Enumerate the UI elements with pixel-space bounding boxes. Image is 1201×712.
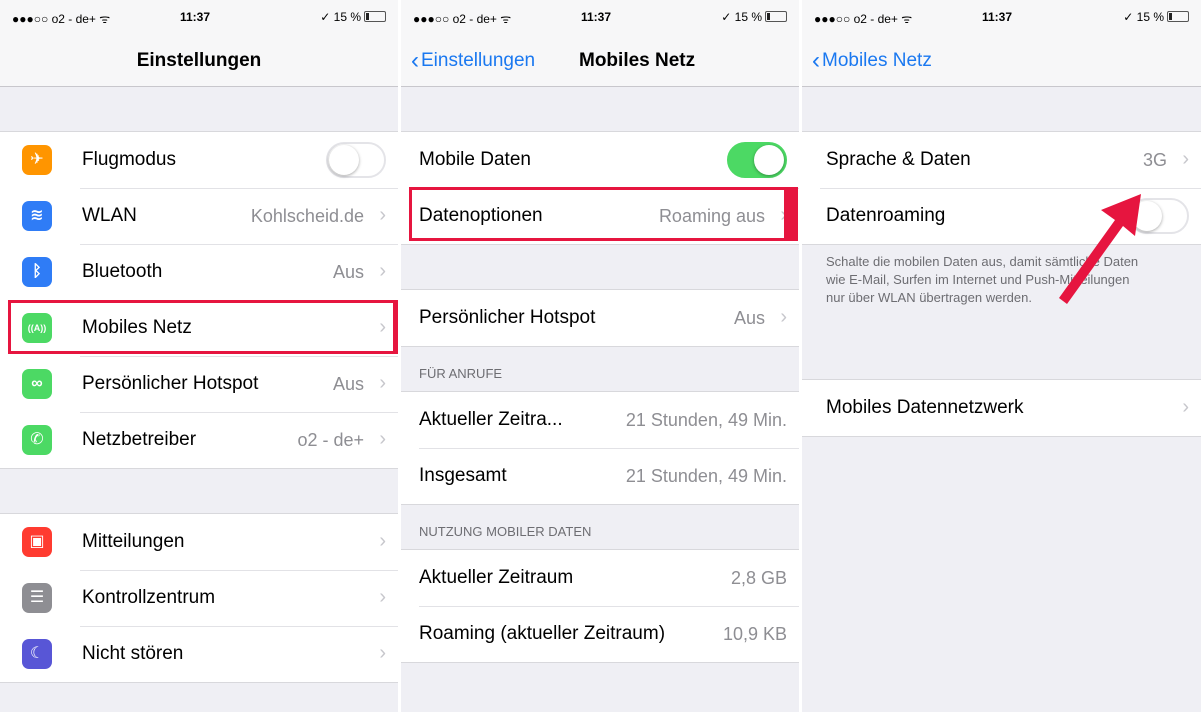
usage-row-roaming: Roaming (aktueller Zeitraum) 10,9 KB — [401, 606, 799, 662]
settings-row-mitteilungen[interactable]: ▣ Mitteilungen › — [0, 514, 398, 570]
carrier-signal: ●●●○○ o2 - de+ ᯤ — [413, 12, 512, 26]
settings-row-value: o2 - de+ — [297, 429, 364, 450]
settings-row-label: Flugmodus — [82, 149, 176, 170]
status-bar: ●●●○○ o2 - de+ ᯤ 11:37 ✓ 15 % — [401, 0, 799, 34]
battery-status: ✓ 15 % — [1123, 10, 1189, 24]
settings-row-kontrollzentrum[interactable]: ☰ Kontrollzentrum › — [0, 570, 398, 626]
hotspot-group: Persönlicher Hotspot Aus › — [401, 289, 799, 347]
settings-row-value: Aus — [332, 261, 364, 282]
bluetooth-icon: ᛒ — [22, 257, 52, 287]
chevron-right-icon: › — [379, 204, 386, 226]
chevron-right-icon: › — [1182, 396, 1189, 418]
wifi-icon: ≋ — [22, 201, 52, 231]
battery-icon — [765, 11, 787, 22]
settings-row-wlan[interactable]: ≋ WLAN Kohlscheid.de › — [0, 188, 398, 244]
nav-bar: Einstellungen — [0, 34, 398, 87]
battery-status: ✓ 15 % — [320, 10, 386, 24]
calls-current-value: 21 Stunden, 49 Min. — [625, 409, 787, 430]
chevron-right-icon: › — [379, 260, 386, 282]
usage-section-header: NUTZUNG MOBILER DATEN — [419, 524, 592, 539]
notifications-icon: ▣ — [22, 527, 52, 557]
toggle-switch[interactable] — [326, 142, 386, 178]
moon-icon: ☾ — [22, 639, 52, 669]
carrier-signal: ●●●○○ o2 - de+ ᯤ — [814, 12, 913, 26]
calls-row-current: Aktueller Zeitra... 21 Stunden, 49 Min. — [401, 392, 799, 448]
chevron-right-icon: › — [379, 428, 386, 450]
chevron-right-icon: › — [379, 642, 386, 664]
back-button[interactable]: ‹ Mobiles Netz — [812, 47, 932, 74]
hotspot-value: Aus — [733, 307, 765, 328]
nav-bar: ‹ Mobiles Netz — [802, 34, 1201, 87]
roaming-label: Datenroaming — [826, 205, 946, 226]
battery-icon — [1167, 11, 1189, 22]
settings-row-netzbetreiber[interactable]: ✆ Netzbetreiber o2 - de+ › — [0, 412, 398, 468]
settings-row-label: Nicht stören — [82, 643, 184, 664]
usage-row-current: Aktueller Zeitraum 2,8 GB — [401, 550, 799, 606]
usage-roaming-value: 10,9 KB — [722, 623, 787, 644]
settings-row-flugmodus[interactable]: ✈ Flugmodus — [0, 132, 398, 188]
control-center-icon: ☰ — [22, 583, 52, 613]
chevron-right-icon: › — [379, 530, 386, 552]
chevron-right-icon: › — [1182, 148, 1189, 170]
red-arrow-annotation — [1059, 194, 1141, 304]
status-bar: ●●●○○ o2 - de+ ᯤ 11:37 ✓ 15 % — [802, 0, 1201, 34]
calls-current-label: Aktueller Zeitra... — [419, 409, 563, 430]
page-title: Mobiles Netz — [579, 50, 696, 71]
usage-roaming-label: Roaming (aktueller Zeitraum) — [419, 623, 666, 644]
mobile-data-label: Mobile Daten — [419, 149, 531, 170]
status-bar: ●●●○○ o2 - de+ ᯤ 11:37 ✓ 15 % — [0, 0, 398, 34]
settings-row-label: Persönlicher Hotspot — [82, 373, 259, 394]
chevron-right-icon: › — [379, 586, 386, 608]
back-button[interactable]: ‹ Einstellungen — [411, 47, 535, 74]
nav-bar: ‹ Einstellungen Mobiles Netz — [401, 34, 799, 87]
hotspot-icon: ∞ — [22, 369, 52, 399]
voice-data-label: Sprache & Daten — [826, 149, 971, 170]
mobile-network-panel: ●●●○○ o2 - de+ ᯤ 11:37 ✓ 15 % ‹ Einstellu… — [401, 0, 799, 712]
network-group: Mobiles Datennetzwerk › — [802, 379, 1201, 437]
calls-total-label: Insgesamt — [419, 465, 507, 486]
usage-group: Aktueller Zeitraum 2,8 GB Roaming (aktue… — [401, 549, 799, 663]
highlight-box — [409, 187, 798, 241]
hotspot-row[interactable]: Persönlicher Hotspot Aus › — [401, 290, 799, 346]
settings-panel: ●●●○○ o2 - de+ ᯤ 11:37 ✓ 15 % Einstellun… — [0, 0, 398, 712]
settings-row-label: Kontrollzentrum — [82, 587, 216, 608]
calls-section-header: FÜR ANRUFE — [419, 366, 503, 381]
settings-row-bluetooth[interactable]: ᛒ Bluetooth Aus › — [0, 244, 398, 300]
usage-current-label: Aktueller Zeitraum — [419, 567, 574, 588]
status-time: 11:37 — [581, 10, 612, 24]
chevron-left-icon: ‹ — [812, 47, 820, 74]
settings-row-label: WLAN — [82, 205, 137, 226]
battery-status: ✓ 15 % — [721, 10, 787, 24]
battery-icon — [364, 11, 386, 22]
settings-row-value: Aus — [332, 373, 364, 394]
carrier-signal: ●●●○○ o2 - de+ ᯤ — [12, 12, 111, 26]
hotspot-label: Persönlicher Hotspot — [419, 307, 596, 328]
calls-group: Aktueller Zeitra... 21 Stunden, 49 Min. … — [401, 391, 799, 505]
settings-row-persönlicher-hotspot[interactable]: ∞ Persönlicher Hotspot Aus › — [0, 356, 398, 412]
chevron-right-icon: › — [379, 372, 386, 394]
settings-row-label: Bluetooth — [82, 261, 163, 282]
settings-row-label: Mitteilungen — [82, 531, 185, 552]
settings-row-nicht-stören[interactable]: ☾ Nicht stören › — [0, 626, 398, 682]
voice-data-value: 3G — [1142, 149, 1167, 170]
settings-group-system: ▣ Mitteilungen › ☰ Kontrollzentrum › ☾ Nicht st… — [0, 513, 398, 683]
page-title: Einstellungen — [136, 50, 262, 71]
highlight-box — [8, 300, 398, 354]
status-time: 11:37 — [180, 10, 211, 24]
calls-row-total: Insgesamt 21 Stunden, 49 Min. — [401, 448, 799, 504]
usage-current-value: 2,8 GB — [730, 567, 787, 588]
mobile-data-row[interactable]: Mobile Daten — [401, 132, 799, 188]
phone-icon: ✆ — [22, 425, 52, 455]
settings-row-label: Netzbetreiber — [82, 429, 197, 450]
data-options-panel: ●●●○○ o2 - de+ ᯤ 11:37 ✓ 15 % ‹ Mobiles N… — [802, 0, 1201, 712]
settings-row-value: Kohlscheid.de — [250, 205, 364, 226]
calls-total-value: 21 Stunden, 49 Min. — [625, 465, 787, 486]
mobile-data-network-row[interactable]: Mobiles Datennetzwerk › — [802, 380, 1201, 436]
chevron-left-icon: ‹ — [411, 47, 419, 74]
airplane-icon: ✈ — [22, 145, 52, 175]
mobile-data-toggle[interactable] — [727, 142, 787, 178]
mobile-data-network-label: Mobiles Datennetzwerk — [826, 397, 1024, 418]
status-time: 11:37 — [982, 10, 1013, 24]
chevron-right-icon: › — [780, 306, 787, 328]
